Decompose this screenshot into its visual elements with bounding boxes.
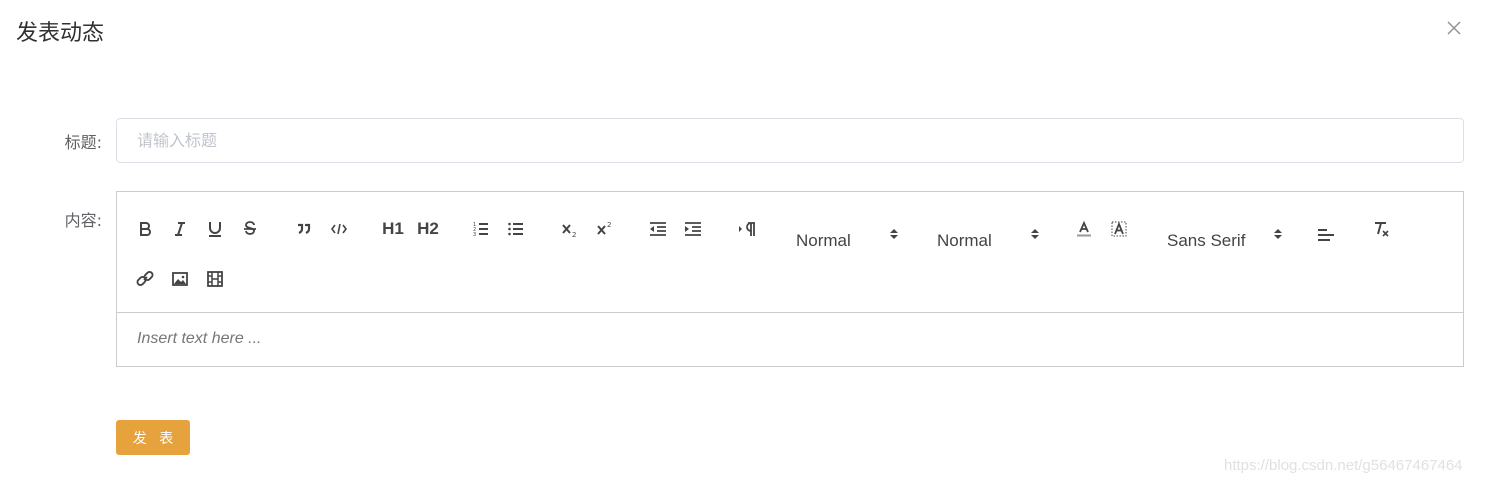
- indent-icon[interactable]: [679, 217, 707, 241]
- size-picker-label: Normal: [796, 231, 851, 250]
- close-icon[interactable]: [1444, 18, 1464, 38]
- size-picker[interactable]: Normal: [796, 225, 902, 253]
- h2-button[interactable]: H2: [414, 217, 442, 241]
- superscript-icon[interactable]: 2: [591, 217, 619, 241]
- picker-arrows-icon: [1031, 229, 1039, 239]
- text-color-icon[interactable]: [1070, 217, 1098, 241]
- text-direction-icon[interactable]: [733, 217, 761, 241]
- font-picker[interactable]: Sans Serif: [1167, 225, 1285, 253]
- svg-text:3: 3: [473, 232, 476, 238]
- title-input[interactable]: [116, 118, 1464, 163]
- strikethrough-icon[interactable]: [236, 217, 264, 241]
- h1-button[interactable]: H1: [379, 217, 407, 241]
- italic-icon[interactable]: [166, 217, 194, 241]
- video-icon[interactable]: [201, 267, 229, 291]
- background-color-icon[interactable]: [1105, 217, 1133, 241]
- quote-icon[interactable]: [290, 217, 318, 241]
- underline-icon[interactable]: [201, 217, 229, 241]
- clear-format-icon[interactable]: [1367, 217, 1395, 241]
- title-label: 标题:: [64, 133, 102, 152]
- image-icon[interactable]: [166, 267, 194, 291]
- h1-label: H1: [382, 219, 404, 238]
- editor-toolbar: H1 H2 123 2 2 Normal Normal Sans Serif: [117, 192, 1463, 313]
- editor-placeholder: Insert text here ...: [137, 330, 262, 347]
- submit-button[interactable]: 发 表: [116, 420, 190, 455]
- content-label: 内容:: [64, 211, 102, 230]
- watermark: https://blog.csdn.net/g56467467464: [1224, 457, 1463, 474]
- code-icon[interactable]: [325, 217, 353, 241]
- header-picker[interactable]: Normal: [937, 225, 1043, 253]
- align-left-icon[interactable]: [1312, 223, 1340, 247]
- ordered-list-icon[interactable]: 123: [467, 217, 495, 241]
- link-icon[interactable]: [131, 267, 159, 291]
- picker-arrows-icon: [1274, 229, 1282, 239]
- picker-arrows-icon: [890, 229, 898, 239]
- font-picker-label: Sans Serif: [1167, 231, 1246, 250]
- rich-text-editor: H1 H2 123 2 2 Normal Normal Sans Serif I…: [116, 191, 1464, 367]
- bold-icon[interactable]: [131, 217, 159, 241]
- svg-text:2: 2: [607, 221, 611, 229]
- dialog-title: 发表动态: [16, 21, 105, 46]
- bullet-list-icon[interactable]: [502, 217, 530, 241]
- header-picker-label: Normal: [937, 231, 992, 250]
- editor-content-area[interactable]: Insert text here ...: [117, 314, 1463, 366]
- svg-text:2: 2: [572, 231, 576, 238]
- subscript-icon[interactable]: 2: [556, 217, 584, 241]
- h2-label: H2: [417, 219, 439, 238]
- outdent-icon[interactable]: [644, 217, 672, 241]
